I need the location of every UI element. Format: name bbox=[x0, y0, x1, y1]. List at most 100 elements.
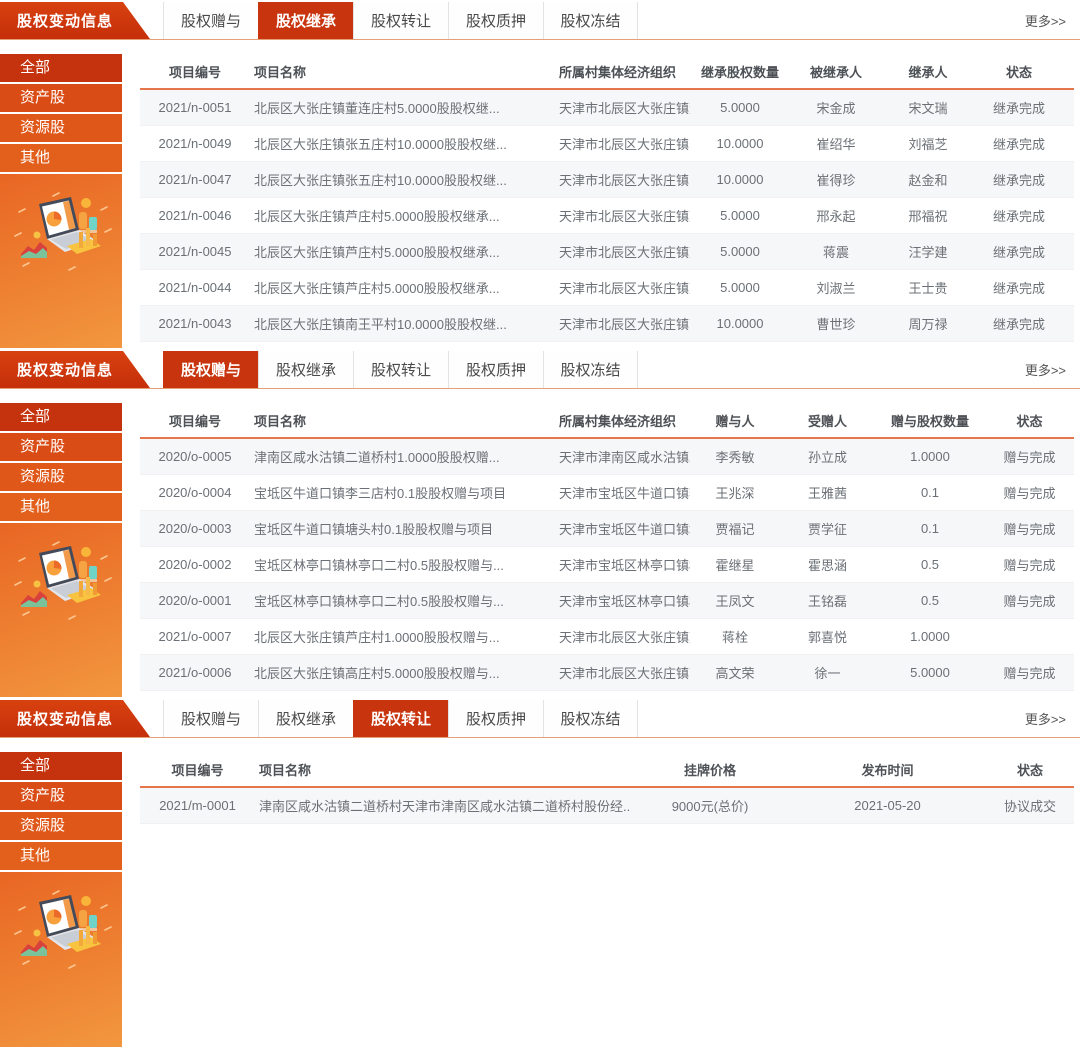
table-cell: 天津市宝坻区牛道口镇李三店村股... bbox=[555, 483, 690, 502]
sidebar-item-asset-shares[interactable]: 资产股 bbox=[0, 84, 122, 114]
column-header: 项目编号 bbox=[140, 760, 255, 779]
records-table: 项目编号项目名称所属村集体经济组织赠与人受赠人赠与股权数量状态2020/o-00… bbox=[122, 403, 1080, 697]
sidebar-item-resource-shares[interactable]: 资源股 bbox=[0, 114, 122, 144]
table-cell: 天津市宝坻区牛道口镇塘头村股份... bbox=[555, 519, 690, 538]
table-row[interactable]: 2021/o-0006北辰区大张庄镇高庄村5.0000股股权赠与...天津市北辰… bbox=[140, 655, 1074, 691]
column-header: 所属村集体经济组织 bbox=[555, 62, 690, 81]
tab-equity-freeze[interactable]: 股权冻结 bbox=[543, 2, 638, 39]
column-header: 赠与股权数量 bbox=[875, 411, 985, 430]
tab-equity-pledge[interactable]: 股权质押 bbox=[448, 2, 543, 39]
records-table: 项目编号项目名称所属村集体经济组织继承股权数量被继承人继承人状态2021/n-0… bbox=[122, 54, 1080, 348]
tab-equity-transfer[interactable]: 股权转让 bbox=[353, 700, 448, 737]
sidebar-item-other[interactable]: 其他 bbox=[0, 144, 122, 174]
section-header-bar: 股权变动信息股权赠与股权继承股权转让股权质押股权冻结更多>> bbox=[0, 2, 1080, 40]
table-cell: 刘淑兰 bbox=[790, 278, 882, 297]
table-cell: 0.5 bbox=[875, 593, 985, 608]
section-header-bar: 股权变动信息股权赠与股权继承股权转让股权质押股权冻结更多>> bbox=[0, 351, 1080, 389]
tab-equity-gift[interactable]: 股权赠与 bbox=[163, 700, 258, 737]
table-cell: 赠与完成 bbox=[985, 483, 1074, 502]
table-cell: 蒋栓 bbox=[690, 627, 780, 646]
table-row[interactable]: 2020/o-0005津南区咸水沽镇二道桥村1.0000股股权赠...天津市津南… bbox=[140, 439, 1074, 475]
table-cell: 继承完成 bbox=[974, 278, 1064, 297]
table-row[interactable]: 2021/m-0001津南区咸水沽镇二道桥村天津市津南区咸水沽镇二道桥村股份经.… bbox=[140, 788, 1074, 824]
table-row[interactable]: 2021/n-0044北辰区大张庄镇芦庄村5.0000股股权继承...天津市北辰… bbox=[140, 270, 1074, 306]
table-row[interactable]: 2020/o-0002宝坻区林亭口镇林亭口二村0.5股股权赠与...天津市宝坻区… bbox=[140, 547, 1074, 583]
tab-equity-gift[interactable]: 股权赠与 bbox=[163, 351, 258, 388]
tab-equity-inherit[interactable]: 股权继承 bbox=[258, 351, 353, 388]
table-cell: 郭喜悦 bbox=[780, 627, 875, 646]
table-cell: 5.0000 bbox=[690, 244, 790, 259]
category-sidebar: 全部资产股资源股其他 bbox=[0, 403, 122, 697]
table-cell: 霍继星 bbox=[690, 555, 780, 574]
table-cell: 蒋震 bbox=[790, 242, 882, 261]
table-cell: 10.0000 bbox=[690, 136, 790, 151]
table-cell: 北辰区大张庄镇芦庄村5.0000股股权继承... bbox=[250, 206, 555, 225]
sidebar-item-asset-shares[interactable]: 资产股 bbox=[0, 782, 122, 812]
tab-equity-inherit[interactable]: 股权继承 bbox=[258, 700, 353, 737]
tab-equity-freeze[interactable]: 股权冻结 bbox=[543, 700, 638, 737]
tab-equity-freeze[interactable]: 股权冻结 bbox=[543, 351, 638, 388]
tab-equity-pledge[interactable]: 股权质押 bbox=[448, 351, 543, 388]
table-cell: 2020/o-0005 bbox=[140, 449, 250, 464]
table-row[interactable]: 2021/n-0043北辰区大张庄镇南王平村10.0000股股权继...天津市北… bbox=[140, 306, 1074, 342]
flame-dot-icon bbox=[34, 930, 41, 937]
table-cell: 继承完成 bbox=[974, 134, 1064, 153]
table-cell: 高文荣 bbox=[690, 663, 780, 682]
sidebar-item-other[interactable]: 其他 bbox=[0, 493, 122, 523]
table-cell: 2021/n-0044 bbox=[140, 280, 250, 295]
table-row[interactable]: 2021/n-0047北辰区大张庄镇张五庄村10.0000股股权继...天津市北… bbox=[140, 162, 1074, 198]
more-link[interactable]: 更多>> bbox=[1025, 11, 1080, 30]
table-cell: 周万禄 bbox=[882, 314, 974, 333]
tab-equity-inherit[interactable]: 股权继承 bbox=[258, 2, 353, 39]
table-cell: 2021-05-20 bbox=[790, 798, 985, 813]
table-row[interactable]: 2021/n-0046北辰区大张庄镇芦庄村5.0000股股权继承...天津市北辰… bbox=[140, 198, 1074, 234]
sidebar-item-resource-shares[interactable]: 资源股 bbox=[0, 812, 122, 842]
table-row[interactable]: 2020/o-0004宝坻区牛道口镇李三店村0.1股股权赠与项目天津市宝坻区牛道… bbox=[140, 475, 1074, 511]
sidebar-item-all[interactable]: 全部 bbox=[0, 54, 122, 84]
table-cell: 2021/n-0043 bbox=[140, 316, 250, 331]
table-row[interactable]: 2021/n-0051北辰区大张庄镇董连庄村5.0000股股权继...天津市北辰… bbox=[140, 90, 1074, 126]
sidebar-item-all[interactable]: 全部 bbox=[0, 752, 122, 782]
sidebar-item-asset-shares[interactable]: 资产股 bbox=[0, 433, 122, 463]
table-cell: 继承完成 bbox=[974, 98, 1064, 117]
sidebar-item-all[interactable]: 全部 bbox=[0, 403, 122, 433]
tab-equity-transfer[interactable]: 股权转让 bbox=[353, 2, 448, 39]
table-cell: 贾学征 bbox=[780, 519, 875, 538]
tab-bar: 股权赠与股权继承股权转让股权质押股权冻结 bbox=[163, 700, 638, 737]
table-cell: 王凤文 bbox=[690, 591, 780, 610]
section-title: 股权变动信息 bbox=[17, 708, 113, 729]
table-cell: 宋文瑞 bbox=[882, 98, 974, 117]
tab-equity-pledge[interactable]: 股权质押 bbox=[448, 700, 543, 737]
tab-equity-transfer[interactable]: 股权转让 bbox=[353, 351, 448, 388]
sidebar-item-resource-shares[interactable]: 资源股 bbox=[0, 463, 122, 493]
table-cell: 10.0000 bbox=[690, 316, 790, 331]
sun-icon bbox=[81, 547, 91, 557]
table-cell: 天津市北辰区大张庄镇芦庄村股份... bbox=[555, 627, 690, 646]
table-cell: 2020/o-0002 bbox=[140, 557, 250, 572]
table-cell: 1.0000 bbox=[875, 629, 985, 644]
table-cell: 0.1 bbox=[875, 521, 985, 536]
table-row[interactable]: 2021/n-0049北辰区大张庄镇张五庄村10.0000股股权继...天津市北… bbox=[140, 126, 1074, 162]
table-cell: 赠与完成 bbox=[985, 519, 1074, 538]
sidebar-item-other[interactable]: 其他 bbox=[0, 842, 122, 872]
table-cell: 天津市宝坻区林亭口镇林亭口二村... bbox=[555, 555, 690, 574]
table-row[interactable]: 2020/o-0001宝坻区林亭口镇林亭口二村0.5股股权赠与...天津市宝坻区… bbox=[140, 583, 1074, 619]
table-cell: 继承完成 bbox=[974, 170, 1064, 189]
table-cell: 协议成交 bbox=[985, 796, 1075, 815]
table-cell: 天津市津南区咸水沽镇二道桥村股... bbox=[555, 447, 690, 466]
table-cell: 天津市北辰区大张庄镇芦庄村股份... bbox=[555, 206, 690, 225]
table-cell: 曹世珍 bbox=[790, 314, 882, 333]
table-row[interactable]: 2020/o-0003宝坻区牛道口镇塘头村0.1股股权赠与项目天津市宝坻区牛道口… bbox=[140, 511, 1074, 547]
sun-icon bbox=[81, 198, 91, 208]
table-cell: 北辰区大张庄镇高庄村5.0000股股权赠与... bbox=[250, 663, 555, 682]
more-link[interactable]: 更多>> bbox=[1025, 709, 1080, 728]
column-header: 项目名称 bbox=[250, 62, 555, 81]
table-row[interactable]: 2021/n-0045北辰区大张庄镇芦庄村5.0000股股权继承...天津市北辰… bbox=[140, 234, 1074, 270]
column-header: 项目编号 bbox=[140, 411, 250, 430]
table-cell: 2021/n-0051 bbox=[140, 100, 250, 115]
table-cell: 2020/o-0004 bbox=[140, 485, 250, 500]
more-link[interactable]: 更多>> bbox=[1025, 360, 1080, 379]
table-row[interactable]: 2021/o-0007北辰区大张庄镇芦庄村1.0000股股权赠与...天津市北辰… bbox=[140, 619, 1074, 655]
tab-equity-gift[interactable]: 股权赠与 bbox=[163, 2, 258, 39]
table-cell: 津南区咸水沽镇二道桥村1.0000股股权赠... bbox=[250, 447, 555, 466]
